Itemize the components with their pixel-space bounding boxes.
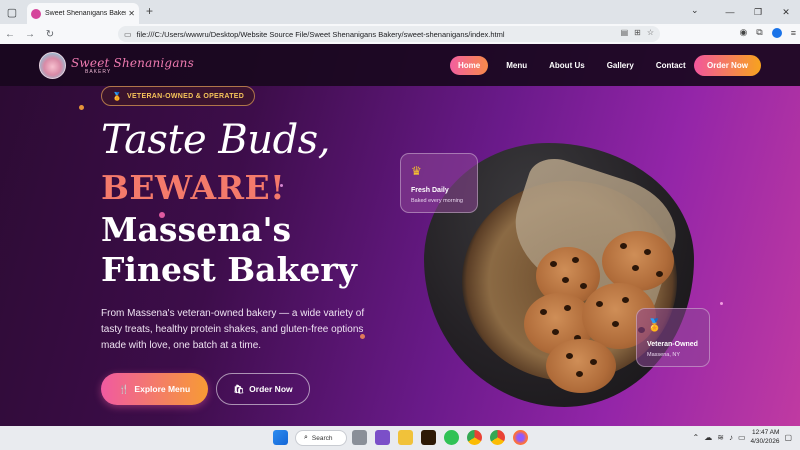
new-tab-button[interactable]: + — [146, 4, 153, 18]
clock[interactable]: 12:47 AM 4/30/2026 — [751, 428, 780, 446]
nav-home[interactable]: Home — [450, 56, 489, 75]
search-icon: ⌕ — [304, 434, 308, 441]
explore-menu-button[interactable]: 🍴 Explore Menu — [101, 373, 208, 405]
reader-mode-icon[interactable]: ▤ — [621, 28, 629, 37]
hero-heading-line4: Finest Bakery — [101, 250, 357, 289]
reload-icon[interactable]: ↻ — [40, 29, 60, 40]
ai-app-icon[interactable] — [421, 430, 436, 445]
menu-icon[interactable]: ≡ — [791, 28, 796, 38]
webpage: Sweet Shenanigans BAKERY Home Menu About… — [0, 44, 800, 426]
medal-icon: 🏅 — [647, 318, 662, 332]
order-now-label: Order Now — [249, 384, 293, 394]
file-explorer-icon[interactable] — [398, 430, 413, 445]
tab-search-icon[interactable]: ⌄ — [691, 5, 699, 16]
badge-text: VETERAN-OWNED & OPERATED — [126, 92, 245, 100]
url-text: file:///C:/Users/wwwru/Desktop/Website S… — [136, 29, 505, 39]
account-icon[interactable]: ◉ — [739, 27, 747, 38]
taskbar-search-label: Search — [311, 434, 333, 442]
hero-heading-line2: BEWARE! — [101, 168, 286, 207]
forward-icon[interactable]: → — [20, 29, 40, 40]
veteran-badge: 🏅 VETERAN-OWNED & OPERATED — [101, 86, 256, 106]
whatsapp-icon[interactable] — [444, 430, 459, 445]
nav-about-us[interactable]: About Us — [549, 61, 585, 70]
nav-contact[interactable]: Contact — [656, 61, 686, 70]
cookie-shape — [546, 339, 616, 393]
minimize-button[interactable]: — — [716, 7, 744, 17]
brand-name[interactable]: Sweet Shenanigans — [71, 56, 194, 70]
volume-icon[interactable]: ♪ — [729, 433, 733, 442]
browser-tab-bar: ▢ Sweet Shenanigans Bakery | Ve ✕ + ⌄ — … — [0, 0, 800, 24]
close-window-button[interactable]: ✕ — [772, 7, 800, 18]
window-controls: — ❐ ✕ — [716, 0, 800, 24]
extensions-icon[interactable]: ⧉ — [756, 27, 762, 38]
hero-heading-line3: Massena's — [101, 210, 292, 249]
veteran-owned-card: 🏅 Veteran-Owned Massena, NY — [636, 308, 710, 367]
file-icon: ▭ — [124, 29, 132, 39]
close-tab-icon[interactable]: ✕ — [128, 9, 135, 18]
site-navbar: Sweet Shenanigans BAKERY Home Menu About… — [0, 44, 800, 86]
firefox-icon[interactable] — [513, 430, 528, 445]
chrome-icon[interactable] — [467, 430, 482, 445]
fresh-daily-title: Fresh Daily — [411, 187, 449, 194]
decor-dot — [79, 105, 84, 110]
taskbar-search[interactable]: ⌕ Search — [295, 430, 347, 446]
browser-toolbar: ← → ↻ ▭ file:///C:/Users/wwwru/Desktop/W… — [0, 24, 800, 44]
address-bar[interactable]: ▭ file:///C:/Users/wwwru/Desktop/Website… — [118, 26, 660, 42]
browser-tab[interactable]: Sweet Shenanigans Bakery | Ve ✕ — [27, 3, 139, 24]
utensils-icon: 🍴 — [118, 383, 130, 394]
teams-icon[interactable] — [375, 430, 390, 445]
tab-title: Sweet Shenanigans Bakery | Ve — [45, 10, 126, 17]
nav-order-now-button[interactable]: Order Now — [694, 55, 761, 76]
cookie-shape — [602, 231, 674, 291]
onedrive-icon[interactable]: ☁ — [704, 433, 712, 442]
install-icon[interactable]: ⊞ — [634, 28, 641, 37]
windows-start-icon[interactable] — [273, 430, 288, 445]
tab-actions-icon[interactable]: ▢ — [2, 2, 22, 22]
chef-hat-icon: ♛ — [411, 164, 422, 178]
restore-button[interactable]: ❐ — [744, 7, 772, 18]
battery-icon[interactable]: ▭ — [738, 433, 746, 442]
shopping-bag-icon: 🛍 — [233, 383, 245, 394]
fresh-daily-card: ♛ Fresh Daily Baked every morning — [400, 153, 478, 213]
back-icon[interactable]: ← — [0, 29, 20, 40]
explore-menu-label: Explore Menu — [134, 384, 191, 394]
wifi-icon[interactable]: ≋ — [717, 433, 724, 442]
hero-description: From Massena's veteran-owned bakery — a … — [101, 308, 365, 351]
nav-gallery[interactable]: Gallery — [607, 61, 634, 70]
logo-image[interactable] — [39, 52, 66, 79]
clock-time: 12:47 AM — [751, 429, 780, 436]
bookmark-star-icon[interactable]: ☆ — [647, 28, 654, 37]
task-view-icon[interactable] — [352, 430, 367, 445]
clock-date: 4/30/2026 — [750, 438, 780, 445]
system-tray: ⌃ ☁ ≋ ♪ ▭ 12:47 AM 4/30/2026 ▢ — [693, 428, 792, 446]
chrome-profile-icon[interactable] — [490, 430, 505, 445]
brand-subtitle: BAKERY — [85, 69, 112, 75]
veteran-owned-subtitle: Massena, NY — [647, 352, 681, 358]
fresh-daily-subtitle: Baked every morning — [411, 198, 463, 204]
hero-heading-line1: Taste Buds, — [101, 117, 330, 163]
profile-avatar[interactable] — [771, 27, 782, 38]
nav-menu[interactable]: Menu — [506, 61, 527, 70]
favicon-icon — [31, 8, 41, 19]
nav-links: Home Menu About Us Gallery Contact — [450, 56, 708, 75]
notifications-icon[interactable]: ▢ — [784, 433, 792, 442]
veteran-owned-title: Veteran-Owned — [647, 341, 698, 348]
decor-dot — [720, 302, 723, 305]
os-taskbar: ⌕ Search ⌃ ☁ ≋ ♪ ▭ 12:47 AM 4/30/2026 ▢ — [0, 426, 800, 450]
medal-icon: 🏅 — [112, 91, 122, 101]
hero-order-now-button[interactable]: 🛍 Order Now — [216, 373, 310, 405]
chevron-up-icon[interactable]: ⌃ — [693, 433, 700, 442]
